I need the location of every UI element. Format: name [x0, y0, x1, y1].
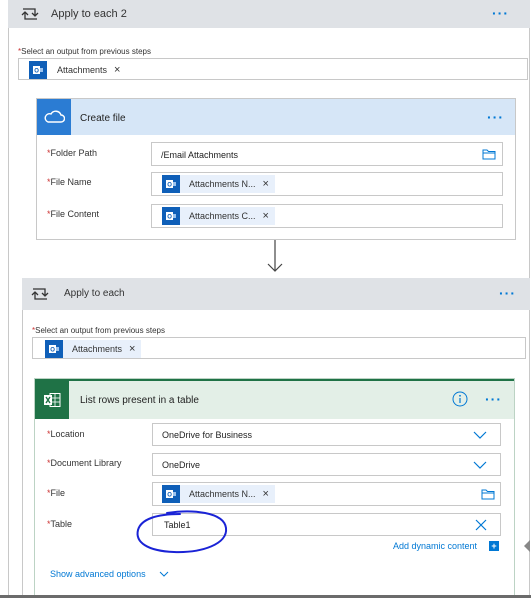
loop2-token-label: Attachments: [72, 344, 123, 354]
loop1-select-label-row: *Select an output from previous steps: [18, 47, 151, 56]
add-icon[interactable]: +: [489, 541, 499, 551]
folder-icon[interactable]: [482, 148, 496, 160]
table-label-row: *Table: [47, 519, 72, 529]
list-rows-title: List rows present in a table: [80, 395, 199, 406]
loop2-more-icon[interactable]: ···: [499, 285, 516, 301]
loop-icon: [31, 288, 49, 300]
file-content-token-label: Attachments C...: [189, 211, 256, 221]
document-library-label: Document Library: [50, 458, 122, 468]
list-rows-header[interactable]: List rows present in a table ···: [35, 379, 514, 419]
show-advanced-options-link[interactable]: Show advanced options: [50, 569, 146, 579]
folder-path-input[interactable]: /Email Attachments: [151, 142, 503, 166]
add-dynamic-content-link[interactable]: Add dynamic content: [393, 541, 477, 551]
loop2-header[interactable]: Apply to each ···: [22, 278, 530, 310]
folder-path-value: /Email Attachments: [161, 150, 239, 160]
loop1-attachments-token[interactable]: O Attachments ×: [29, 61, 126, 79]
file-label-row: *File: [47, 488, 65, 498]
file-name-input[interactable]: O Attachments N... ×: [151, 172, 503, 196]
remove-icon[interactable]: ×: [114, 64, 120, 76]
chevron-down-icon[interactable]: [473, 430, 487, 440]
loop1-select-field[interactable]: O Attachments ×: [18, 58, 528, 80]
file-input[interactable]: O Attachments N... ×: [152, 482, 501, 506]
loop2-select-label-row: *Select an output from previous steps: [32, 326, 165, 335]
outlook-icon: O: [162, 175, 180, 193]
file-name-token[interactable]: O Attachments N... ×: [162, 175, 275, 193]
file-content-label: File Content: [50, 209, 100, 219]
loop2-select-label: Select an output from previous steps: [35, 326, 165, 335]
chevron-down-icon[interactable]: [473, 460, 487, 470]
remove-icon[interactable]: ×: [263, 488, 269, 500]
outlook-icon: O: [29, 61, 47, 79]
svg-text:O: O: [167, 183, 172, 189]
list-rows-card: List rows present in a table ··· *Locati…: [34, 378, 515, 598]
loop-icon: [21, 8, 39, 20]
document-library-dropdown[interactable]: OneDrive: [152, 453, 501, 476]
svg-text:O: O: [167, 215, 172, 221]
loop1-more-icon[interactable]: ···: [492, 5, 509, 21]
onedrive-icon: [37, 99, 71, 135]
document-library-value: OneDrive: [162, 460, 201, 470]
location-value: OneDrive for Business: [162, 430, 253, 440]
file-token[interactable]: O Attachments N... ×: [162, 485, 275, 503]
file-name-label-row: *File Name: [47, 177, 92, 187]
create-file-more-icon[interactable]: ···: [487, 109, 504, 125]
annotation-circle: [136, 510, 228, 554]
loop2-title: Apply to each: [64, 288, 125, 299]
location-label-row: *Location: [47, 429, 85, 439]
info-icon[interactable]: [452, 391, 468, 407]
loop1-select-label: Select an output from previous steps: [21, 47, 151, 56]
outlook-icon: O: [162, 207, 180, 225]
file-label: File: [50, 488, 66, 498]
outlook-icon: O: [162, 485, 180, 503]
create-file-title: Create file: [80, 113, 126, 124]
location-dropdown[interactable]: OneDrive for Business: [152, 423, 501, 446]
file-name-token-label: Attachments N...: [189, 179, 256, 189]
loop1-token-label: Attachments: [57, 65, 108, 75]
folder-icon[interactable]: [481, 488, 495, 500]
loop1-title: Apply to each 2: [51, 8, 127, 20]
svg-text:O: O: [34, 69, 39, 75]
loop2-attachments-token[interactable]: O Attachments ×: [45, 340, 142, 358]
file-content-input[interactable]: O Attachments C... ×: [151, 204, 503, 228]
loop2-select-field[interactable]: O Attachments ×: [32, 337, 526, 359]
clear-icon[interactable]: [475, 519, 487, 531]
file-token-label: Attachments N...: [189, 489, 256, 499]
folder-path-label-row: *Folder Path: [47, 148, 97, 158]
remove-icon[interactable]: ×: [129, 343, 135, 355]
file-content-label-row: *File Content: [47, 209, 99, 219]
table-label: Table: [50, 519, 73, 529]
excel-icon: [35, 381, 69, 419]
create-file-header[interactable]: Create file ···: [37, 99, 515, 135]
connector-arrow-icon: [267, 240, 283, 272]
create-file-card: Create file ··· *Folder Path /Email Atta…: [36, 98, 516, 240]
file-content-token[interactable]: O Attachments C... ×: [162, 207, 275, 225]
chevron-down-icon[interactable]: [159, 571, 169, 578]
remove-icon[interactable]: ×: [263, 210, 269, 222]
folder-path-label: Folder Path: [50, 148, 98, 158]
location-label: Location: [50, 429, 85, 439]
file-name-label: File Name: [50, 177, 92, 187]
document-library-label-row: *Document Library: [47, 458, 122, 468]
list-rows-more-icon[interactable]: ···: [485, 391, 502, 407]
svg-text:O: O: [167, 493, 172, 499]
svg-text:O: O: [50, 348, 55, 354]
outlook-icon: O: [45, 340, 63, 358]
loop1-header[interactable]: Apply to each 2 ···: [8, 0, 530, 28]
remove-icon[interactable]: ×: [263, 178, 269, 190]
